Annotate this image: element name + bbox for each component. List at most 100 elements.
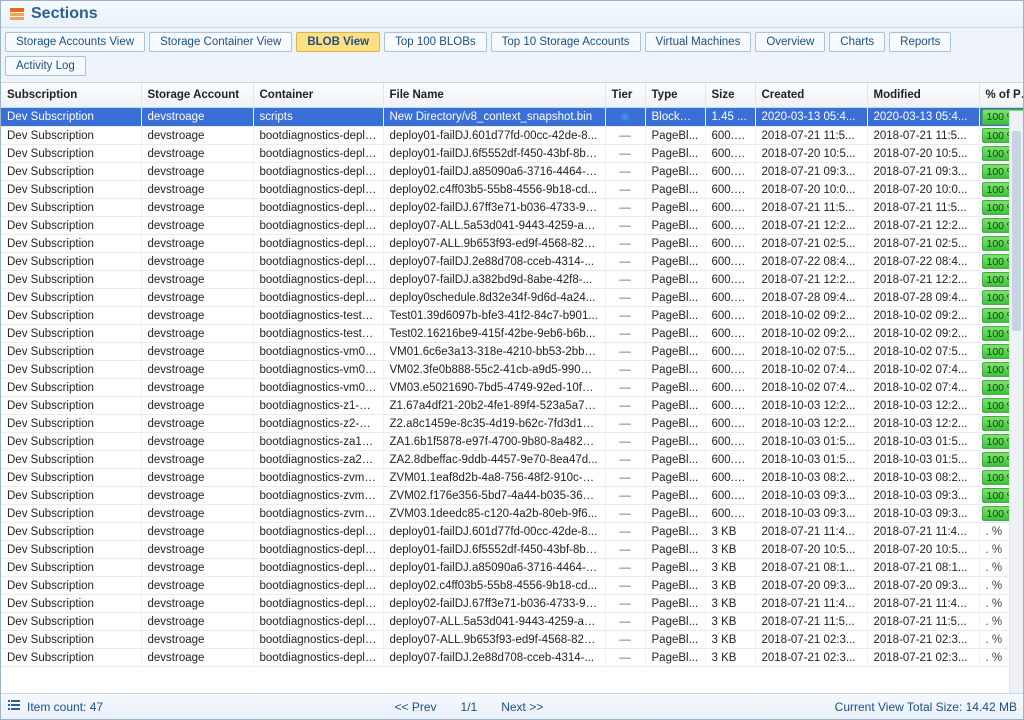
tab-storage-accounts-view[interactable]: Storage Accounts View [5,32,145,52]
table-row[interactable]: Dev Subscriptiondevstroagebootdiagnostic… [1,199,1023,217]
cell-container: bootdiagnostics-deplo... [253,253,383,271]
cell-size: 600.5 ... [705,469,755,487]
table-row[interactable]: Dev Subscriptiondevstroagebootdiagnostic… [1,163,1023,181]
cell-tier: — [605,397,645,415]
cell-tier: — [605,235,645,253]
table-row[interactable]: Dev Subscriptiondevstroagebootdiagnostic… [1,631,1023,649]
cell-created: 2018-07-20 09:3... [755,577,867,595]
cell-subscription: Dev Subscription [1,379,141,397]
cell-size: 3 KB [705,595,755,613]
cell-container: bootdiagnostics-zvm0... [253,505,383,523]
table-row[interactable]: Dev Subscriptiondevstroagebootdiagnostic… [1,577,1023,595]
cell-tier: — [605,145,645,163]
table-row[interactable]: Dev Subscriptiondevstroagebootdiagnostic… [1,397,1023,415]
cell-type: PageBl... [645,541,705,559]
cell-storage-account: devstroage [141,613,253,631]
cell-storage-account: devstroage [141,343,253,361]
column-header[interactable]: Size [705,83,755,108]
tab-top-100-blobs[interactable]: Top 100 BLOBs [384,32,487,52]
table-row[interactable]: Dev Subscriptiondevstroagebootdiagnostic… [1,451,1023,469]
cell-created: 2018-07-20 10:5... [755,145,867,163]
vertical-scrollbar[interactable] [1009,111,1023,693]
cell-size: 600.5 ... [705,433,755,451]
column-header[interactable]: File Name [383,83,605,108]
column-header[interactable]: Container [253,83,383,108]
cell-file-name: deploy07-ALL.9b653f93-ed9f-4568-82d... [383,631,605,649]
next-page-button[interactable]: Next >> [501,700,543,714]
table-row[interactable]: Dev SubscriptiondevstroagescriptsNew Dir… [1,108,1023,127]
status-bar: Item count: 47 << Prev 1/1 Next >> Curre… [1,693,1023,719]
cell-size: 600.5 ... [705,487,755,505]
table-row[interactable]: Dev Subscriptiondevstroagebootdiagnostic… [1,379,1023,397]
table-row[interactable]: Dev Subscriptiondevstroagebootdiagnostic… [1,325,1023,343]
tab-reports[interactable]: Reports [889,32,951,52]
cell-modified: 2018-07-21 08:1... [867,559,979,577]
prev-page-button[interactable]: << Prev [394,700,436,714]
blob-table: SubscriptionStorage AccountContainerFile… [1,83,1023,667]
cell-type: PageBl... [645,523,705,541]
cell-modified: 2018-07-21 02:5... [867,235,979,253]
tab-charts[interactable]: Charts [829,32,885,52]
table-row[interactable]: Dev Subscriptiondevstroagebootdiagnostic… [1,343,1023,361]
table-row[interactable]: Dev Subscriptiondevstroagebootdiagnostic… [1,253,1023,271]
titlebar: Sections [1,1,1023,28]
cell-size: 600.5 ... [705,253,755,271]
table-row[interactable]: Dev Subscriptiondevstroagebootdiagnostic… [1,127,1023,145]
tab-activity-log[interactable]: Activity Log [5,56,86,76]
table-row[interactable]: Dev Subscriptiondevstroagebootdiagnostic… [1,523,1023,541]
column-header[interactable]: Storage Account [141,83,253,108]
table-row[interactable]: Dev Subscriptiondevstroagebootdiagnostic… [1,271,1023,289]
table-row[interactable]: Dev Subscriptiondevstroagebootdiagnostic… [1,541,1023,559]
table-row[interactable]: Dev Subscriptiondevstroagebootdiagnostic… [1,649,1023,667]
tab-virtual-machines[interactable]: Virtual Machines [645,32,752,52]
table-row[interactable]: Dev Subscriptiondevstroagebootdiagnostic… [1,361,1023,379]
cell-subscription: Dev Subscription [1,613,141,631]
list-icon [7,698,21,715]
cell-modified: 2018-07-21 11:4... [867,523,979,541]
cell-tier: — [605,505,645,523]
cell-type: PageBl... [645,577,705,595]
cell-subscription: Dev Subscription [1,307,141,325]
cell-size: 3 KB [705,649,755,667]
column-header[interactable]: Type [645,83,705,108]
cell-container: bootdiagnostics-test01... [253,307,383,325]
table-row[interactable]: Dev Subscriptiondevstroagebootdiagnostic… [1,181,1023,199]
table-row[interactable]: Dev Subscriptiondevstroagebootdiagnostic… [1,235,1023,253]
cell-modified: 2018-10-02 07:4... [867,379,979,397]
cell-size: 600.5 ... [705,343,755,361]
cell-size: 600.5 ... [705,505,755,523]
column-header[interactable]: Modified [867,83,979,108]
table-row[interactable]: Dev Subscriptiondevstroagebootdiagnostic… [1,487,1023,505]
tab-blob-view[interactable]: BLOB View [296,32,380,52]
cell-container: bootdiagnostics-deplo... [253,235,383,253]
cell-size: 3 KB [705,523,755,541]
table-row[interactable]: Dev Subscriptiondevstroagebootdiagnostic… [1,613,1023,631]
cell-type: PageBl... [645,505,705,523]
table-row[interactable]: Dev Subscriptiondevstroagebootdiagnostic… [1,505,1023,523]
table-row[interactable]: Dev Subscriptiondevstroagebootdiagnostic… [1,595,1023,613]
cell-file-name: deploy07-ALL.9b653f93-ed9f-4568-82d... [383,235,605,253]
table-row[interactable]: Dev Subscriptiondevstroagebootdiagnostic… [1,469,1023,487]
cell-type: PageBl... [645,127,705,145]
table-row[interactable]: Dev Subscriptiondevstroagebootdiagnostic… [1,289,1023,307]
tab-overview[interactable]: Overview [755,32,825,52]
table-row[interactable]: Dev Subscriptiondevstroagebootdiagnostic… [1,559,1023,577]
column-header[interactable]: % of Parent [979,83,1023,108]
cell-container: scripts [253,108,383,127]
column-header[interactable]: Subscription [1,83,141,108]
cell-storage-account: devstroage [141,559,253,577]
table-row[interactable]: Dev Subscriptiondevstroagebootdiagnostic… [1,415,1023,433]
cell-storage-account: devstroage [141,649,253,667]
cell-created: 2018-07-22 08:4... [755,253,867,271]
column-header[interactable]: Tier [605,83,645,108]
scroll-thumb[interactable] [1012,131,1021,331]
table-row[interactable]: Dev Subscriptiondevstroagebootdiagnostic… [1,307,1023,325]
tab-top-10-storage-accounts[interactable]: Top 10 Storage Accounts [491,32,641,52]
table-row[interactable]: Dev Subscriptiondevstroagebootdiagnostic… [1,145,1023,163]
table-row[interactable]: Dev Subscriptiondevstroagebootdiagnostic… [1,217,1023,235]
tab-storage-container-view[interactable]: Storage Container View [149,32,292,52]
cell-subscription: Dev Subscription [1,253,141,271]
column-header[interactable]: Created [755,83,867,108]
cell-subscription: Dev Subscription [1,505,141,523]
table-row[interactable]: Dev Subscriptiondevstroagebootdiagnostic… [1,433,1023,451]
